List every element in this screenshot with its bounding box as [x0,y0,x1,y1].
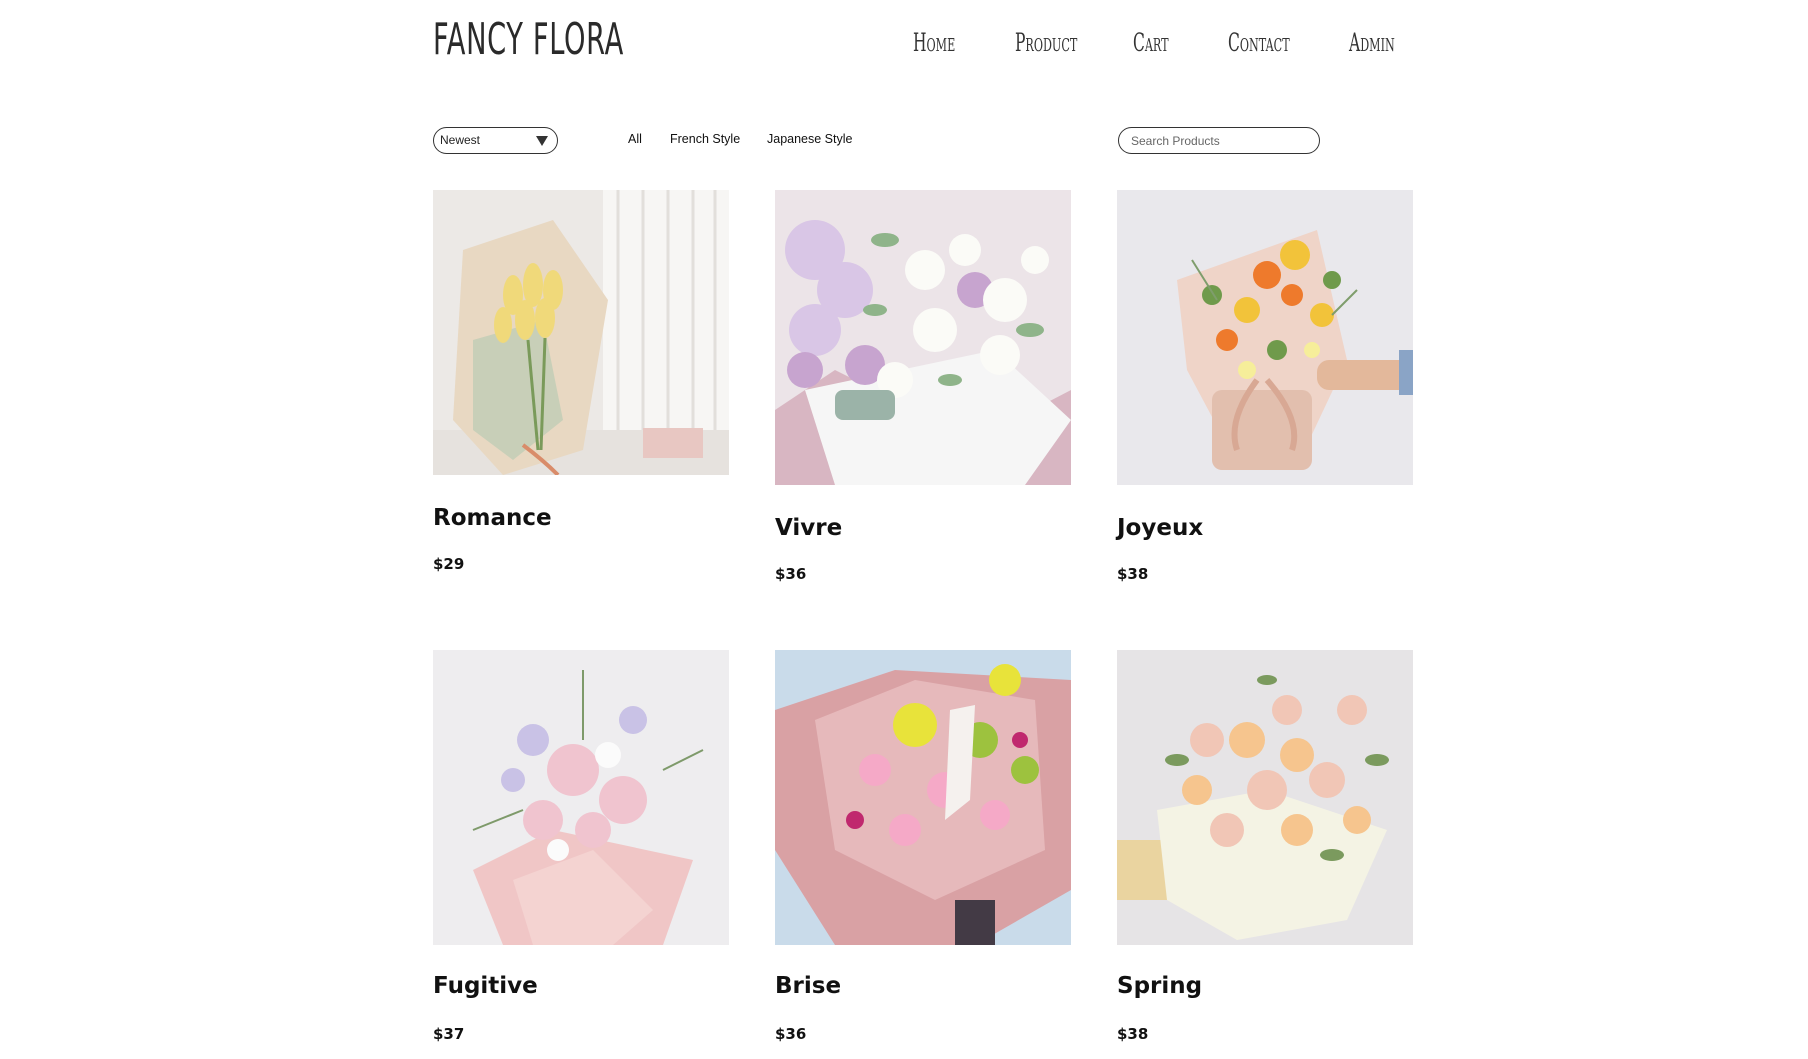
filter-all[interactable]: All [628,132,642,146]
nav-admin[interactable]: Admin [1349,28,1395,57]
filter-japanese-style[interactable]: Japanese Style [767,132,852,146]
sort-select[interactable]: Newest [433,127,558,154]
product-photo[interactable] [433,650,729,945]
caret-down-icon [536,136,548,146]
search-input[interactable] [1118,127,1320,154]
product-price: $36 [775,1025,807,1043]
product-photo[interactable] [1117,650,1413,945]
product-price: $38 [1117,1025,1149,1043]
product-name[interactable]: Joyeux [1117,515,1203,541]
product-name[interactable]: Vivre [775,515,842,541]
product-price: $37 [433,1025,465,1043]
nav-cart[interactable]: Cart [1133,28,1169,57]
product-price: $36 [775,565,807,583]
product-price: $38 [1117,565,1149,583]
product-photo[interactable] [433,190,729,475]
nav-home[interactable]: Home [913,28,955,57]
filter-french-style[interactable]: French Style [670,132,740,146]
sort-selected-label: Newest [440,133,481,147]
product-photo[interactable] [775,650,1071,945]
product-price: $29 [433,555,465,573]
product-name[interactable]: Fugitive [433,973,538,999]
nav-product[interactable]: Product [1015,28,1077,57]
product-name[interactable]: Brise [775,973,841,999]
product-photo[interactable] [775,190,1071,485]
product-name[interactable]: Romance [433,505,552,531]
product-photo[interactable] [1117,190,1413,485]
nav-contact[interactable]: Contact [1228,28,1290,57]
site-logo[interactable]: FANCY FLORA [433,14,624,65]
product-name[interactable]: Spring [1117,973,1202,999]
